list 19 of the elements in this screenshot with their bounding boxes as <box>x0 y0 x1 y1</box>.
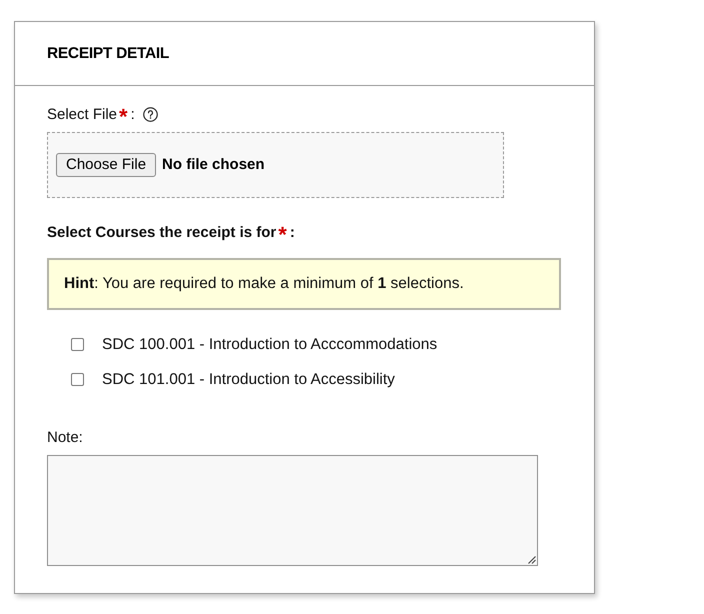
hint-message: Hint: You are required to make a minimum of 1 selections. <box>47 258 561 310</box>
label-colon: : <box>130 106 135 124</box>
course-option-label[interactable]: SDC 100.001 - Introduction to Acccommodations <box>102 332 438 356</box>
field-label: Note: <box>47 429 83 447</box>
help-icon[interactable] <box>142 107 158 122</box>
field-label: Select File <box>47 106 118 124</box>
checkbox[interactable] <box>71 338 84 351</box>
file-status: No file chosen <box>162 154 265 175</box>
field-label: Select Courses the receipt is for <box>47 224 276 242</box>
required-mark: * <box>278 226 287 244</box>
file-drop-area[interactable]: Choose File No file chosen <box>47 132 504 198</box>
checkbox[interactable] <box>71 373 84 386</box>
course-option-label[interactable]: SDC 101.001 - Introduction to Accessibility <box>102 368 395 392</box>
choose-file-button[interactable]: Choose File <box>56 153 156 177</box>
card-title: RECEIPT DETAIL <box>47 44 170 64</box>
resize-grip-icon[interactable] <box>528 556 536 564</box>
label-colon: : <box>290 224 295 242</box>
note-field[interactable] <box>47 455 538 566</box>
required-mark: * <box>119 108 128 126</box>
